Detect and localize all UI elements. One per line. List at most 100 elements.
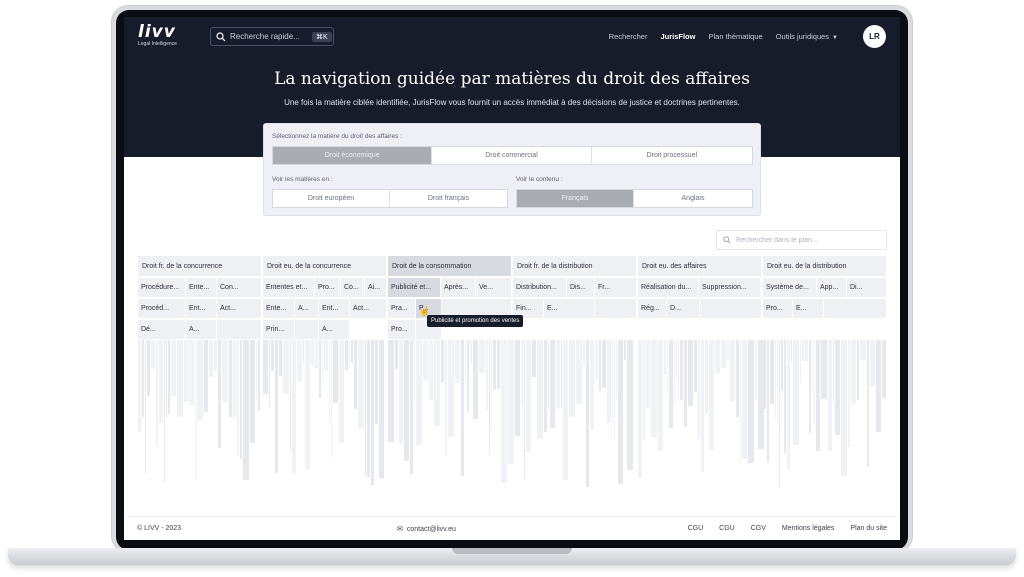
shortcut-badge: ⌘K [312, 31, 332, 42]
avatar[interactable]: LR [863, 25, 886, 48]
collapsed-node-bar [269, 340, 270, 406]
option-droit-commercial[interactable]: Droit commercial [432, 147, 592, 164]
tree-row: Réalisation du... Suppression... [638, 278, 760, 297]
tree-node[interactable]: A... [295, 299, 318, 318]
logo[interactable]: livv Legal Intelligence [138, 23, 177, 47]
option-anglais[interactable]: Anglais [634, 190, 752, 207]
tree-node[interactable]: Dé... [138, 320, 185, 339]
collapsed-node-bar [395, 340, 398, 369]
tree-node[interactable]: App... [817, 278, 846, 297]
tree-node[interactable]: D... [667, 299, 699, 318]
collapsed-node-bar [297, 340, 302, 381]
collapsed-node-bar [627, 340, 633, 470]
tree-node[interactable]: A... [186, 320, 216, 339]
collapsed-node-bar [821, 340, 827, 399]
tree-node[interactable]: Act... [217, 299, 261, 318]
tree-node[interactable] [700, 299, 761, 318]
collapsed-node-bar [375, 340, 378, 424]
option-francais[interactable]: Français [517, 190, 635, 207]
tree-node[interactable]: Procédure... [138, 278, 185, 297]
collapsed-node-bar [410, 340, 413, 474]
tree-node[interactable] [217, 320, 261, 339]
tree-node[interactable]: Rég... [638, 299, 666, 318]
tree-row: Fin... E... [513, 299, 636, 318]
tooltip: Publicité et promotion des ventes [427, 315, 524, 327]
tree-node[interactable]: E... [544, 299, 594, 318]
footer-link-cgv[interactable]: CGV [751, 525, 766, 532]
tree-node[interactable]: Ent... [319, 299, 349, 318]
tree-node[interactable]: Di... [847, 278, 886, 297]
option-droit-economique[interactable]: Droit économique [273, 147, 433, 164]
collapsed-node-bar [209, 340, 213, 377]
tree-node[interactable]: Co... [341, 278, 364, 297]
footer-link-cgu[interactable]: CGU [719, 525, 735, 532]
tree-node[interactable]: Ent... [186, 299, 216, 318]
collapsed-node-bar [727, 340, 729, 360]
tree-node[interactable] [595, 299, 636, 318]
footer-link-plan-du-site[interactable]: Plan du site [850, 525, 887, 532]
collapsed-node-bar [345, 340, 348, 370]
collapsed-node-bar [229, 340, 232, 417]
contact-link[interactable]: ✉ contact@livv.eu [397, 525, 456, 534]
column-header[interactable]: Droit fr. de la distribution [513, 256, 636, 276]
collapsed-node-bar [189, 340, 194, 405]
collapsed-node-bar [214, 340, 217, 371]
tree-node[interactable]: Ente... [263, 299, 294, 318]
option-droit-processuel[interactable]: Droit processuel [592, 147, 752, 164]
tree-node[interactable]: Réalisation du... [638, 278, 698, 297]
tree-node[interactable]: Après... [441, 278, 475, 297]
tree-node[interactable] [295, 320, 318, 339]
column-header[interactable]: Droit eu. des affaires [638, 256, 761, 276]
tree-node[interactable]: Ve... [476, 278, 511, 297]
nav-jurisflow[interactable]: JurisFlow [660, 32, 695, 41]
collapsed-node-bar [614, 340, 615, 440]
tree-node[interactable]: A... [319, 320, 349, 339]
quick-search[interactable]: ⌘K [210, 27, 334, 46]
quick-search-input[interactable] [230, 32, 310, 41]
nav-outils-juridiques[interactable]: Outils juridiques ▼ [776, 32, 838, 41]
tree-node[interactable]: Pro... [388, 320, 415, 339]
collapsed-node-bar [250, 340, 255, 443]
collapsed-node-bar [678, 340, 679, 402]
column-header-selected[interactable]: Droit de la consommation [388, 256, 511, 276]
collapsed-node-bar [197, 340, 203, 421]
tree-node[interactable]: Distribution... [513, 278, 566, 297]
collapsed-node-bar [816, 340, 820, 451]
tree-node[interactable]: Act... [350, 299, 386, 318]
tree-node[interactable]: Prin... [263, 320, 294, 339]
plan-search-input[interactable] [736, 236, 876, 244]
tree-node[interactable]: Ente... [186, 278, 216, 297]
tree-node-selected[interactable]: Publicité et... [388, 278, 440, 297]
option-droit-europeen[interactable]: Droit européen [273, 190, 390, 207]
collapsed-node-bar [802, 340, 808, 361]
nav-rechercher[interactable]: Rechercher [609, 32, 648, 41]
column-header[interactable]: Droit eu. de la distribution [763, 256, 886, 276]
tree-node[interactable]: Pra... [388, 299, 415, 318]
tree-node[interactable]: Pro... [763, 299, 792, 318]
column-header[interactable]: Droit eu. de la concurrence [263, 256, 386, 276]
footer-link-mentions-legales[interactable]: Mentions légales [782, 525, 835, 532]
tree-node[interactable]: Ententes et... [263, 278, 314, 297]
collapsed-node-bar [876, 340, 881, 432]
tree-node[interactable]: Procéd... [138, 299, 185, 318]
tree-node[interactable]: E... [793, 299, 823, 318]
footer-link-cgu[interactable]: CGU [688, 525, 704, 532]
collapsed-node-bar [416, 340, 422, 445]
nav-plan-thematique[interactable]: Plan thématique [708, 32, 762, 41]
column-header[interactable]: Droit fr. de la concurrence [138, 256, 261, 276]
tree-node[interactable]: Ai... [365, 278, 386, 297]
tree-node[interactable]: Pro... [315, 278, 340, 297]
collapsed-node-bar [479, 340, 485, 373]
collapsed-node-bar [441, 340, 444, 383]
tree-node[interactable]: Suppression... [699, 278, 760, 297]
collapsed-node-bar [243, 340, 249, 480]
tree-node[interactable]: Fr... [595, 278, 636, 297]
collapsed-node-bar [730, 340, 735, 401]
tree-node[interactable]: Système de... [763, 278, 816, 297]
tree-node[interactable]: Con... [217, 278, 261, 297]
option-droit-francais[interactable]: Droit français [390, 190, 507, 207]
tree-node[interactable]: Dis... [567, 278, 594, 297]
plan-search[interactable] [716, 230, 887, 250]
tree-row: Publicité et... Après... Ve... [388, 278, 511, 297]
tree-node[interactable] [824, 299, 886, 318]
